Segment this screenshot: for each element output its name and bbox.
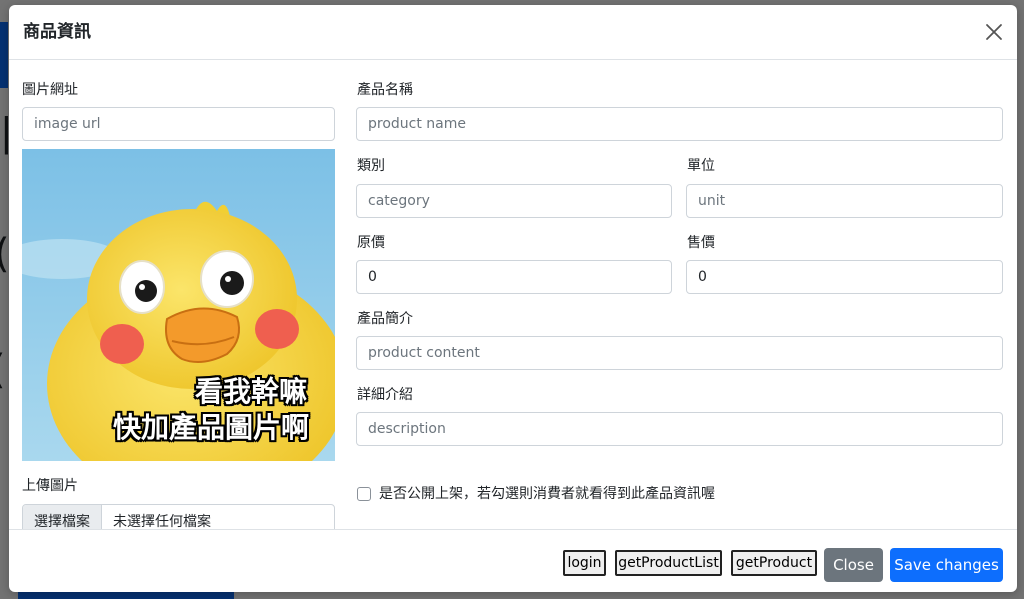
product-name-label: 產品名稱: [357, 82, 413, 98]
publish-checkbox-label[interactable]: 是否公開上架，若勾選則消費者就看得到此產品資訊喔: [379, 484, 715, 504]
description-label: 詳細介紹: [357, 387, 413, 403]
content-label: 產品簡介: [357, 311, 413, 327]
price-label: 售價: [687, 235, 715, 251]
modal-title: 商品資訊: [23, 22, 91, 42]
unit-label: 單位: [687, 158, 715, 174]
category-label: 類別: [357, 158, 385, 174]
upload-image-label: 上傳圖片: [22, 478, 78, 494]
choose-file-button[interactable]: 選擇檔案: [23, 505, 102, 529]
preview-caption-line2: 快加產品圖片啊: [112, 411, 309, 444]
get-product-list-button[interactable]: getProductList: [615, 550, 722, 576]
description-input[interactable]: [356, 412, 1003, 446]
preview-caption: 看我幹嘛 快加產品圖片啊: [112, 374, 309, 446]
unit-input[interactable]: [686, 184, 1003, 218]
product-modal: 商品資訊 圖片網址 image url 看我幹嘛 快加產品圖片啊 上傳圖片 選擇…: [9, 5, 1017, 592]
content-input[interactable]: [356, 336, 1003, 370]
image-url-label: 圖片網址: [22, 82, 78, 98]
save-changes-button[interactable]: Save changes: [890, 548, 1003, 582]
image-url-input[interactable]: [22, 107, 335, 141]
origin-price-input[interactable]: [356, 260, 672, 294]
close-icon[interactable]: [983, 21, 1005, 43]
upload-file-input[interactable]: 選擇檔案 未選擇任何檔案: [22, 504, 335, 529]
product-name-input[interactable]: [356, 107, 1003, 141]
modal-header: 商品資訊: [9, 5, 1017, 60]
product-preview-image: 看我幹嘛 快加產品圖片啊: [22, 149, 335, 461]
price-input[interactable]: [686, 260, 1003, 294]
publish-checkbox[interactable]: [357, 487, 371, 501]
close-button[interactable]: Close: [824, 548, 883, 582]
login-button[interactable]: login: [563, 550, 606, 576]
file-status-text: 未選擇任何檔案: [113, 514, 211, 529]
category-input[interactable]: [356, 184, 672, 218]
modal-footer: login getProductList getProduct Close Sa…: [9, 529, 1017, 592]
origin-price-label: 原價: [357, 235, 385, 251]
modal-body: 圖片網址 image url 看我幹嘛 快加產品圖片啊 上傳圖片 選擇檔案 未選…: [9, 61, 1017, 529]
get-product-button[interactable]: getProduct: [731, 550, 817, 576]
preview-caption-line1: 看我幹嘛: [194, 375, 307, 408]
